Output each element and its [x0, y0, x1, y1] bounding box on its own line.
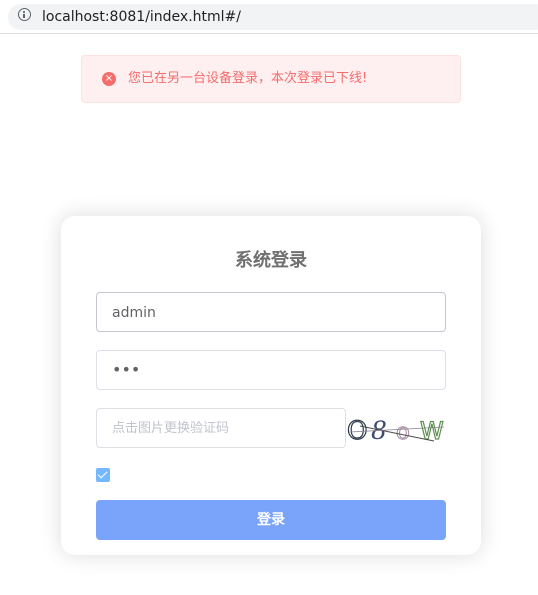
password-value: •••: [112, 360, 141, 379]
captcha-char-3: o: [396, 419, 410, 445]
login-card: 系统登录 admin ••• 点击图片更换验证码 O 8 o W 登录: [61, 216, 481, 555]
password-input[interactable]: •••: [96, 350, 446, 390]
remember-checkbox[interactable]: [96, 468, 110, 482]
captcha-placeholder: 点击图片更换验证码: [112, 421, 230, 436]
username-input[interactable]: admin: [96, 292, 446, 332]
username-value: admin: [112, 305, 156, 321]
alert-message: 您已在另一台设备登录，本次登录已下线!: [128, 71, 368, 86]
error-alert: × 您已在另一台设备登录，本次登录已下线!: [81, 55, 461, 103]
browser-address-bar: localhost:8081/index.html#/: [0, 0, 538, 34]
captcha-char-1: O: [347, 416, 368, 445]
url-text[interactable]: localhost:8081/index.html#/: [42, 8, 241, 26]
error-circle-icon: ×: [102, 72, 116, 86]
login-title: 系统登录: [235, 250, 307, 271]
login-button[interactable]: 登录: [96, 500, 446, 540]
captcha-image[interactable]: O 8 o W: [346, 408, 446, 448]
captcha-input[interactable]: 点击图片更换验证码: [96, 408, 346, 448]
info-icon[interactable]: [18, 8, 31, 21]
